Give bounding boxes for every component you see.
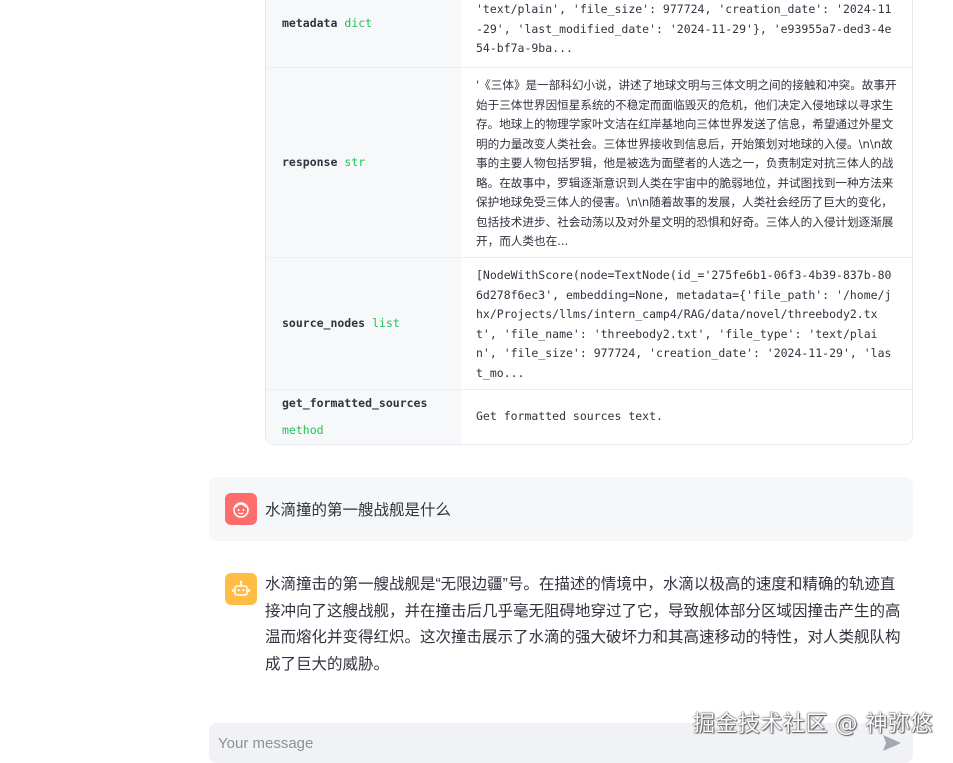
attribute-value: '《三体》是一部科幻小说，讲述了地球文明与三体文明之间的接触和冲突。故事开始于三… <box>476 78 897 248</box>
assistant-message-text: 水滴撞击的第一艘战舰是“无限边疆”号。在描述的情境中，水滴以极高的速度和精确的轨… <box>265 576 901 673</box>
robot-icon <box>225 573 257 605</box>
user-face-icon <box>225 493 257 525</box>
user-message-text: 水滴撞的第一艘战舰是什么 <box>265 502 452 519</box>
attribute-type: str <box>344 155 366 169</box>
attribute-key: source_nodes list <box>266 258 462 389</box>
attribute-key: metadata dict <box>266 0 462 67</box>
attribute-value: Get formatted sources text. <box>476 409 663 424</box>
attribute-row-get-formatted-sources: get_formatted_sources method Get formatt… <box>266 389 912 444</box>
attribute-key: response str <box>266 68 462 257</box>
attributes-table: metadata dict 'text/plain', 'file_size':… <box>265 0 913 445</box>
attribute-name: metadata <box>282 16 338 30</box>
attribute-type: dict <box>344 16 373 30</box>
attribute-value: [NodeWithScore(node=TextNode(id_='275fe6… <box>476 268 892 380</box>
attribute-row-metadata: metadata dict 'text/plain', 'file_size':… <box>266 0 912 67</box>
attribute-type: list <box>372 316 400 330</box>
attribute-name: response <box>282 155 338 169</box>
attribute-value: 'text/plain', 'file_size': 977724, 'crea… <box>476 2 892 55</box>
user-message: 水滴撞的第一艘战舰是什么 <box>209 477 913 541</box>
watermark: 掘金技术社区 @ 神弥悠 <box>693 712 933 737</box>
attribute-type: method <box>282 423 324 437</box>
attribute-row-response: response str '《三体》是一部科幻小说，讲述了地球文明与三体文明之间… <box>266 67 912 257</box>
attribute-name: get_formatted_sources <box>282 396 428 410</box>
attribute-name: source_nodes <box>282 316 366 330</box>
attribute-row-source-nodes: source_nodes list [NodeWithScore(node=Te… <box>266 257 912 389</box>
attribute-key: get_formatted_sources method <box>266 390 462 444</box>
